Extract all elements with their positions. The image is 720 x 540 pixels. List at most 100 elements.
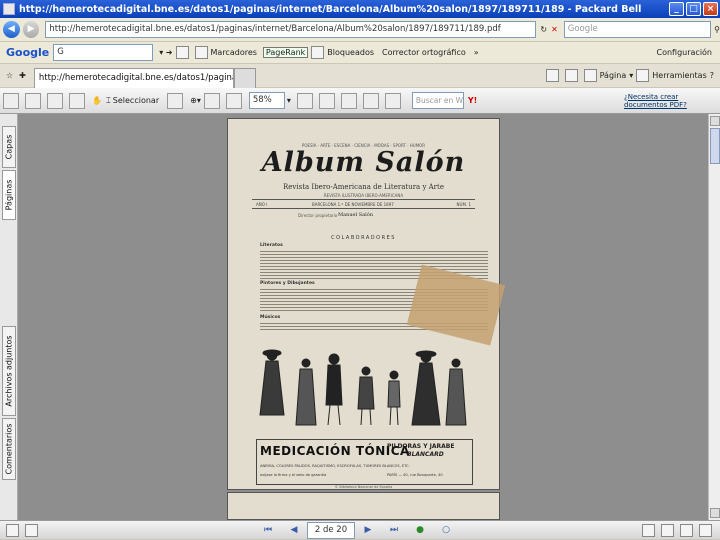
favorites-star-icon[interactable]: ☆	[6, 71, 13, 80]
fit-width-icon[interactable]	[225, 92, 242, 109]
issue-number: NÚM. 1	[456, 202, 471, 207]
undo-icon[interactable]	[362, 92, 379, 109]
refresh-icon[interactable]: ↻	[540, 25, 547, 34]
first-page-icon[interactable]: ⏮	[261, 524, 275, 536]
back-icon[interactable]: ◀	[3, 21, 20, 38]
page-number-input[interactable]: 2 de 20	[307, 521, 355, 539]
address-input[interactable]: http://hemerotecadigital.bne.es/datos1/p…	[45, 21, 537, 38]
last-page-icon[interactable]: ⏭	[387, 524, 401, 536]
magazine-tagline: REVISTA ILUSTRADA IBERO-AMERICANA	[323, 193, 404, 198]
close-button[interactable]: ×	[703, 2, 718, 16]
tools-menu[interactable]: Herramientas	[652, 71, 707, 80]
scroll-thumb[interactable]	[710, 128, 720, 164]
toolbar-icon[interactable]	[194, 46, 208, 59]
single-page-icon[interactable]	[642, 523, 655, 537]
pagerank-indicator[interactable]: PageRank	[262, 47, 309, 58]
issue-line: AÑO I BARCELONA 1.º DE NOVIEMBRE DE 1897…	[252, 199, 475, 209]
maximize-button[interactable]: □	[686, 2, 701, 16]
pdf-next-page	[227, 492, 500, 520]
tab-layers-label: Capas	[4, 134, 14, 160]
artists-label: Pintores y Dibujantes	[260, 281, 315, 286]
find-icon[interactable]	[69, 92, 85, 109]
zoom-input[interactable]: 58%	[248, 92, 285, 109]
new-tab-button[interactable]	[233, 67, 256, 88]
tab-pages-label: Páginas	[4, 179, 14, 211]
google-logo: Google	[6, 46, 50, 59]
tab-pages[interactable]: Páginas	[2, 170, 16, 220]
tab-active[interactable]: http://hemerotecadigital.bne.es/datos1/p…	[33, 67, 234, 88]
ie-icon	[3, 3, 15, 15]
next-page-icon[interactable]: ▶	[361, 524, 375, 536]
print-icon[interactable]	[25, 92, 41, 109]
redo-icon[interactable]	[384, 92, 401, 109]
home-icon[interactable]	[545, 69, 559, 82]
add-favorites-icon[interactable]: ✚	[19, 71, 26, 80]
google-search-button[interactable]: ▾ ➜	[159, 48, 172, 57]
tape-stain	[406, 264, 506, 346]
create-pdf-link[interactable]: ¿Necesita crear documentos PDF?	[624, 93, 714, 109]
select-tool-icon[interactable]: ⌶	[106, 96, 111, 106]
fit-page-icon[interactable]	[203, 92, 220, 109]
email-icon[interactable]	[47, 92, 63, 109]
scroll-down-arrow[interactable]	[710, 508, 720, 518]
save-icon[interactable]	[3, 92, 19, 109]
bookmarks-item[interactable]: Marcadores	[211, 48, 257, 57]
pdf-toolbar: ✋ ⌶ Seleccionar ⊕▾ 58% ▾ Buscar en Web Y…	[0, 88, 720, 114]
google-search-input[interactable]: G	[53, 44, 154, 61]
spellcheck-item[interactable]: Corrector ortográfico	[382, 48, 466, 57]
rotate-icon[interactable]	[296, 92, 313, 109]
zoom-dropdown-icon[interactable]: ▾	[287, 96, 291, 105]
vertical-scrollbar[interactable]	[708, 114, 720, 520]
rotate-icon[interactable]	[318, 92, 335, 109]
director-label: Director propietario	[298, 213, 338, 218]
feeds-icon[interactable]	[564, 69, 578, 82]
pdf-page: POESÍA · ARTE · ESCENA · CIENCIA · MODAS…	[227, 118, 506, 490]
advertisement: MEDICACIÓN TÓNICA PILDORAS Y JARABE BLAN…	[256, 439, 473, 485]
tab-comments[interactable]: Comentarios	[2, 418, 16, 480]
ad-footer-right: PARÍS — 40, rue Bonaparte, 40	[387, 473, 443, 477]
continuous-facing-icon[interactable]	[699, 523, 712, 537]
navigation-panel: Capas Páginas Archivos adjuntos Comentar…	[0, 114, 18, 520]
popup-blocker-item[interactable]: Bloqueados	[327, 48, 374, 57]
search-input[interactable]: Google	[563, 21, 712, 38]
page-view-icon[interactable]	[340, 92, 357, 109]
google-toolbar: Google G ▾ ➜ Marcadores PageRank Bloquea…	[0, 42, 720, 64]
zoom-in-icon[interactable]: ⊕▾	[190, 96, 201, 105]
tab-bar: ☆ ✚ http://hemerotecadigital.bne.es/dato…	[0, 64, 720, 88]
writers-label: Literatos	[260, 243, 283, 248]
find-input[interactable]: Buscar en Web	[411, 92, 464, 109]
forward-icon[interactable]: ▶	[22, 21, 40, 38]
settings-item[interactable]: Configuración	[656, 48, 712, 57]
tab-layers[interactable]: Capas	[2, 126, 16, 168]
print-icon[interactable]	[583, 69, 597, 82]
yahoo-icon[interactable]: Y!	[468, 96, 477, 105]
issue-year: AÑO I	[256, 202, 268, 207]
facing-icon[interactable]	[680, 523, 693, 537]
toolbar-icon[interactable]	[175, 46, 189, 59]
previous-page-icon[interactable]: ◀	[287, 524, 301, 536]
continuous-icon[interactable]	[661, 523, 674, 537]
more-chevron-icon[interactable]: »	[474, 48, 479, 57]
help-icon[interactable]: ?	[710, 71, 714, 80]
minimize-button[interactable]: _	[669, 2, 684, 16]
pdf-status-bar: ⏮ ◀ 2 de 20 ▶ ⏭ ● ○	[0, 520, 720, 540]
pages-panel-icon[interactable]	[6, 523, 19, 537]
go-back-icon[interactable]: ●	[413, 524, 427, 536]
ad-description: ANEMIA, COLORES PÁLIDOS, RAQUITISMO, ESC…	[260, 464, 410, 468]
ad-product: PILDORAS Y JARABE	[387, 443, 455, 450]
tab-attachments[interactable]: Archivos adjuntos	[2, 326, 16, 416]
toolbar-icon[interactable]	[311, 46, 325, 59]
snapshot-icon[interactable]	[167, 92, 184, 109]
stop-icon[interactable]: ✕	[551, 25, 558, 34]
magazine-subtitle: Revista Ibero-Americana de Literatura y …	[283, 183, 444, 191]
page-footer: © Biblioteca Nacional de España	[334, 485, 393, 489]
page-menu[interactable]: Página	[600, 71, 627, 80]
thumbnail-icon[interactable]	[25, 523, 38, 537]
ad-footer-left: exíjase la firma y el sello de garantía	[260, 473, 327, 477]
search-icon[interactable]: ⚲	[714, 25, 720, 34]
hand-tool-icon[interactable]: ✋	[92, 96, 102, 105]
scroll-up-arrow[interactable]	[710, 116, 720, 126]
select-tool-label[interactable]: Seleccionar	[113, 96, 159, 105]
go-forward-icon[interactable]: ○	[439, 524, 453, 536]
collaborators-heading: COLABORADORES	[331, 235, 396, 241]
